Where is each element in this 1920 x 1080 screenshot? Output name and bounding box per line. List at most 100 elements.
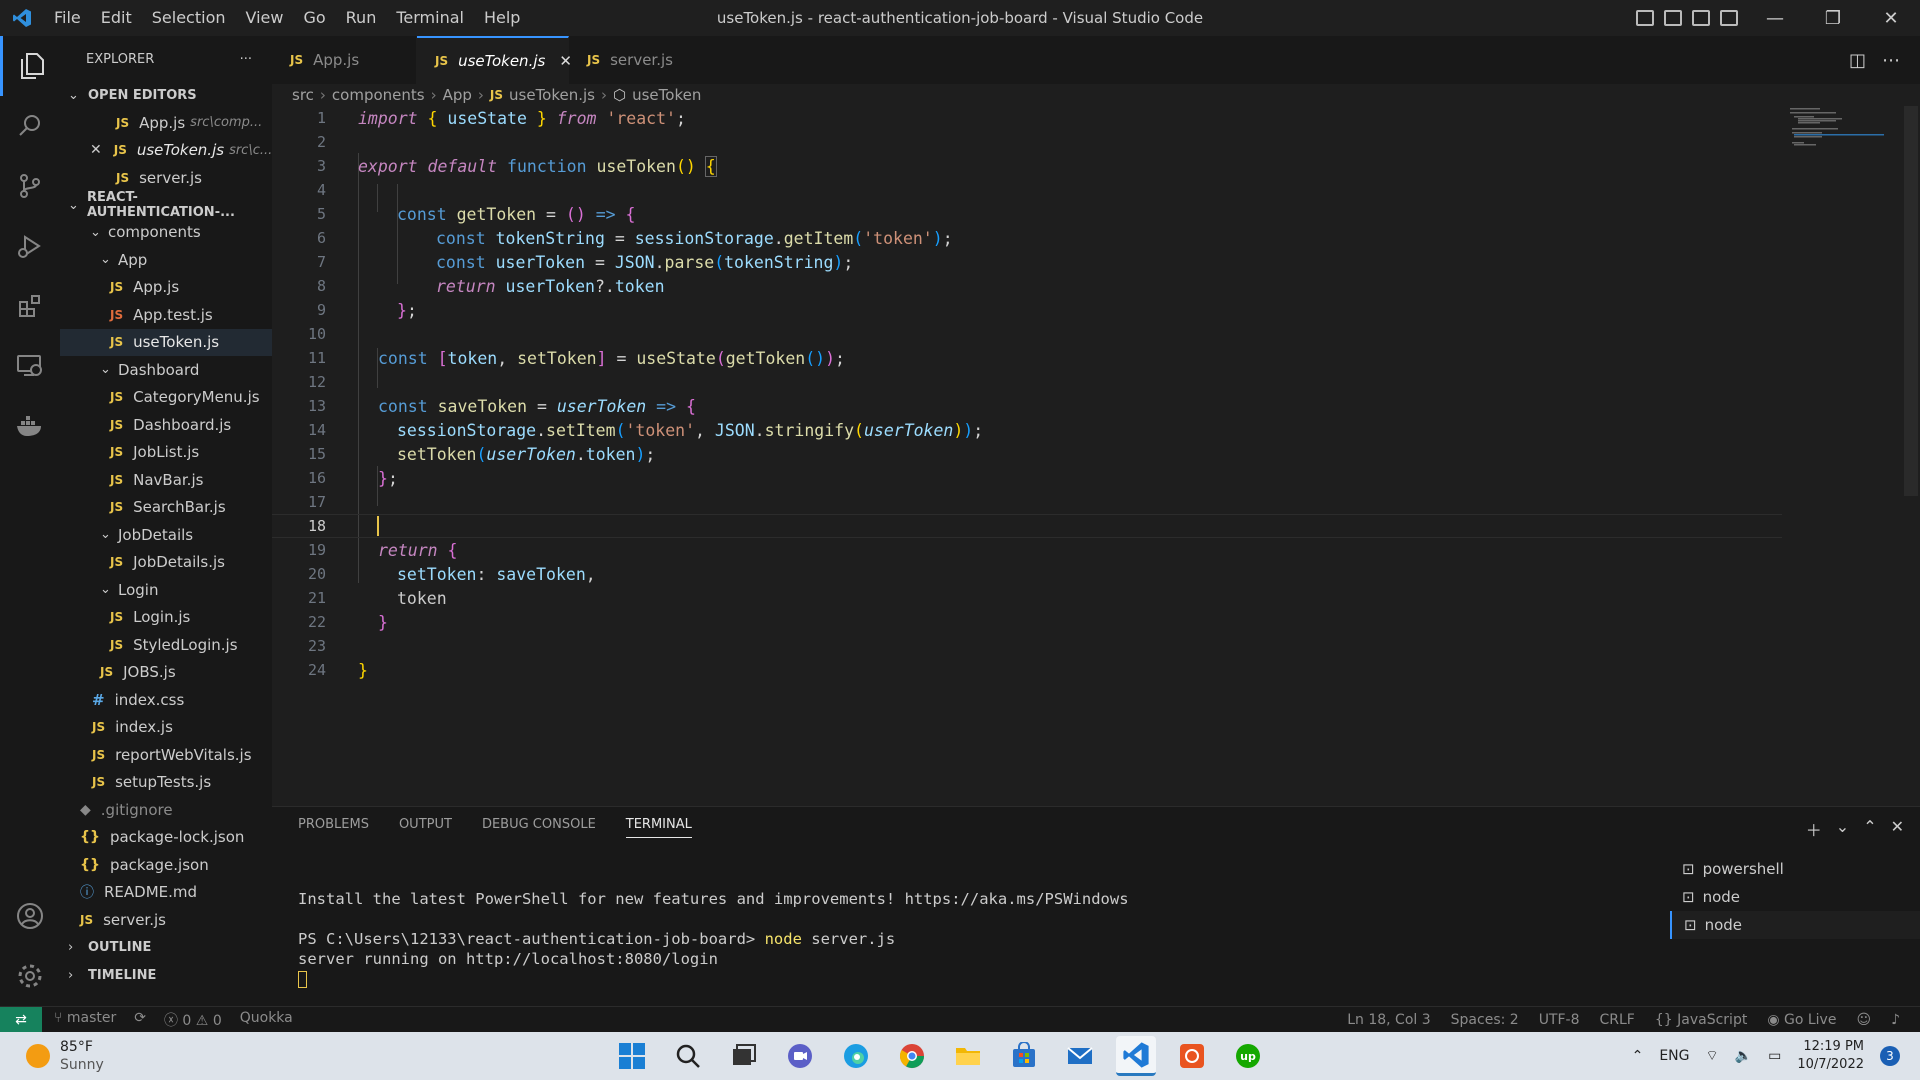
quokka-status[interactable]: Quokka [240,1010,293,1030]
chevron-down-icon[interactable]: ⌄ [1836,817,1849,841]
menu-help[interactable]: Help [474,0,530,36]
tab-terminal[interactable]: TERMINAL [625,817,692,838]
toggle-secondary-sidebar-icon[interactable] [1692,10,1710,26]
explorer-icon[interactable] [0,36,60,96]
chrome-browser-icon[interactable] [892,1036,932,1076]
open-editors-section[interactable]: ⌄ OPEN EDITORS [60,82,272,109]
clock[interactable]: 12:19 PM 10/7/2022 [1797,1038,1864,1074]
file-explorer-icon[interactable] [948,1036,988,1076]
tab-debug-console[interactable]: DEBUG CONSOLE [482,817,596,838]
more-actions-icon[interactable]: ⋯ [1882,50,1900,71]
upwork-icon[interactable]: up [1228,1036,1268,1076]
extensions-icon[interactable] [0,276,60,336]
menu-edit[interactable]: Edit [91,0,142,36]
microsoft-store-icon[interactable] [1004,1036,1044,1076]
start-windows-icon[interactable] [612,1036,652,1076]
menu-view[interactable]: View [236,0,294,36]
source-control-icon[interactable] [0,156,60,216]
folder-dashboard[interactable]: ⌄ Dashboard [60,356,272,384]
language-mode[interactable]: {} JavaScript [1655,1012,1747,1028]
ubuntu-icon[interactable] [1172,1036,1212,1076]
toggle-sidebar-icon[interactable] [1636,10,1654,26]
file-searchbar-js[interactable]: JS SearchBar.js [60,494,272,522]
menu-go[interactable]: Go [293,0,335,36]
open-editor-item-active[interactable]: ✕ JS useToken.js src\c... [60,137,272,165]
open-editor-item[interactable]: JS server.js [60,164,272,192]
weather-widget[interactable]: 85°F Sunny [26,1032,104,1080]
file-jobs-js[interactable]: JS JOBS.js [60,659,272,687]
file-styledlogin-js[interactable]: JS StyledLogin.js [60,631,272,659]
breadcrumb-app[interactable]: App [443,86,472,104]
terminal-item[interactable]: ⊡ powershell [1670,855,1920,883]
accounts-icon[interactable] [0,886,60,946]
close-window-icon[interactable]: ✕ [1862,0,1920,36]
feedback-icon[interactable]: ☺ [1856,1012,1871,1028]
outline-section[interactable]: › OUTLINE [60,934,272,962]
new-terminal-icon[interactable]: ＋ [1806,817,1822,841]
tab-output[interactable]: OUTPUT [399,817,452,838]
file-login-js[interactable]: JS Login.js [60,604,272,632]
menu-selection[interactable]: Selection [142,0,236,36]
breadcrumb-symbol[interactable]: useToken [632,86,701,104]
file-server-js[interactable]: JS server.js [60,906,272,934]
code-editor[interactable]: 1 import { useState } from 'react'; 2 3 … [272,106,1920,806]
breadcrumb-src[interactable]: src [292,86,314,104]
input-language[interactable]: ENG [1659,1048,1689,1064]
customize-layout-icon[interactable] [1720,10,1738,26]
folder-login[interactable]: ⌄ Login [60,576,272,604]
terminal-output[interactable]: Install the latest PowerShell for new fe… [298,889,1129,989]
minimize-icon[interactable]: — [1746,0,1804,36]
settings-gear-icon[interactable] [0,946,60,1006]
file-joblist-js[interactable]: JS JobList.js [60,439,272,467]
chevron-up-icon[interactable]: ⌃ [1632,1048,1644,1064]
tab-usetoken-js[interactable]: JS useToken.js ✕ [417,36,572,84]
file-gitignore[interactable]: ◆ .gitignore [60,796,272,824]
breadcrumb-file[interactable]: useToken.js [509,86,595,104]
terminal-item[interactable]: ⊡ node [1670,883,1920,911]
file-usetoken-js[interactable]: JS useToken.js [60,328,272,356]
file-dashboard-js[interactable]: JS Dashboard.js [60,411,272,439]
tab-problems[interactable]: PROBLEMS [298,817,369,838]
menu-file[interactable]: File [44,0,91,36]
toggle-panel-icon[interactable] [1664,10,1682,26]
bell-icon[interactable]: ♪ [1891,1012,1900,1028]
file-setuptests-js[interactable]: JS setupTests.js [60,769,272,797]
cursor-position[interactable]: Ln 18, Col 3 [1347,1012,1430,1028]
docker-icon[interactable] [0,396,60,456]
search-icon[interactable] [668,1036,708,1076]
remote-explorer-icon[interactable] [0,336,60,396]
file-package-lock-json[interactable]: {} package-lock.json [60,824,272,852]
file-package-json[interactable]: {} package.json [60,851,272,879]
file-jobdetails-js[interactable]: JS JobDetails.js [60,549,272,577]
mail-icon[interactable] [1060,1036,1100,1076]
timeline-section[interactable]: › TIMELINE [60,962,272,990]
editor-scrollbar[interactable] [1904,106,1918,496]
tab-app-js[interactable]: JS App.js [272,36,417,84]
open-editor-item[interactable]: JS App.js src\comp... [60,109,272,137]
edge-browser-icon[interactable] [836,1036,876,1076]
line-ending[interactable]: CRLF [1600,1012,1635,1028]
file-index-css[interactable]: # index.css [60,686,272,714]
close-editor-icon[interactable]: ✕ [90,142,102,158]
file-index-js[interactable]: JS index.js [60,714,272,742]
go-live-button[interactable]: ◉ Go Live [1767,1012,1836,1028]
explorer-more-icon[interactable]: ··· [240,52,252,67]
file-app-js[interactable]: JS App.js [60,274,272,302]
menu-run[interactable]: Run [336,0,387,36]
wifi-icon[interactable]: ⌔ [1705,1047,1718,1065]
battery-icon[interactable]: ▭ [1768,1048,1781,1064]
split-editor-icon[interactable]: ◫ [1849,50,1866,71]
restore-icon[interactable]: ❐ [1804,0,1862,36]
sync-icon[interactable]: ⟳ [134,1010,146,1030]
close-panel-icon[interactable]: ✕ [1891,817,1904,841]
file-navbar-js[interactable]: JS NavBar.js [60,466,272,494]
file-categorymenu-js[interactable]: JS CategoryMenu.js [60,384,272,412]
folder-components[interactable]: ⌄ components [60,219,272,247]
search-icon[interactable] [0,96,60,156]
teams-chat-icon[interactable] [780,1036,820,1076]
maximize-panel-icon[interactable]: ⌃ [1863,817,1876,841]
task-view-icon[interactable] [724,1036,764,1076]
volume-icon[interactable]: 🔈 [1735,1048,1752,1064]
menu-terminal[interactable]: Terminal [386,0,474,36]
remote-indicator-icon[interactable]: ⇄ [0,1006,42,1033]
